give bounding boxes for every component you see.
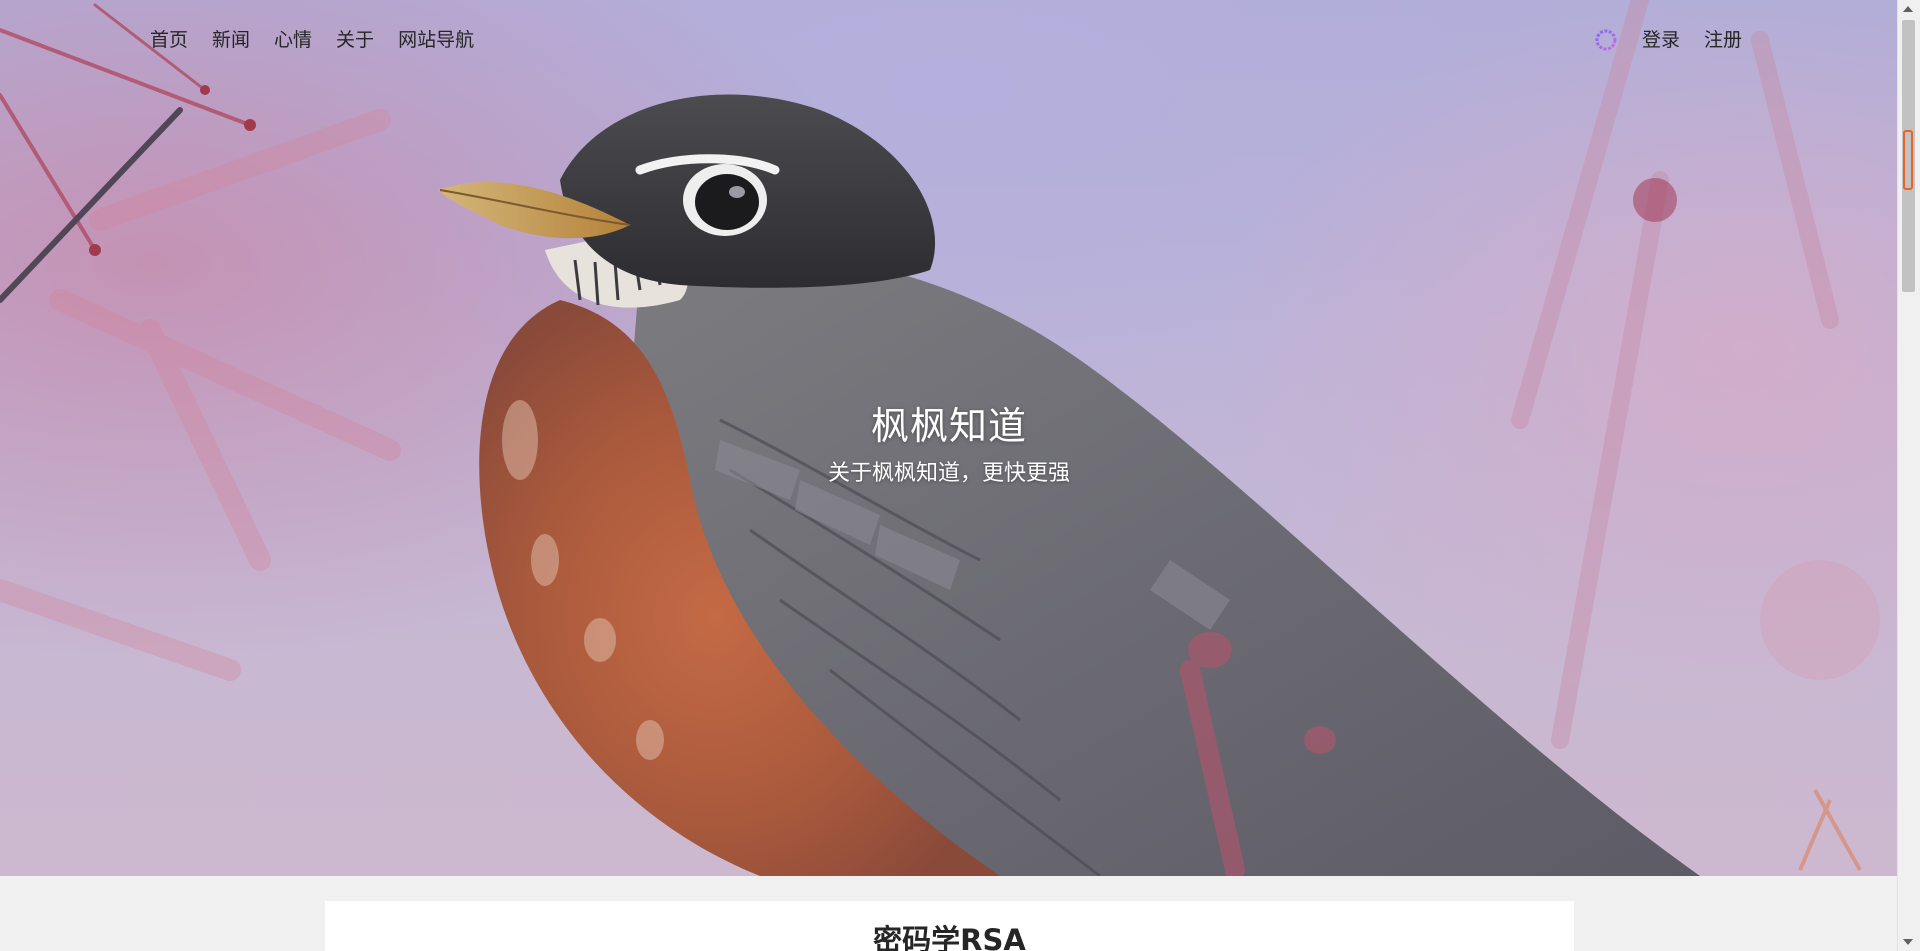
page-scrollbar[interactable] bbox=[1897, 0, 1920, 951]
article-card[interactable]: 密码学RSA bbox=[325, 901, 1574, 951]
login-link[interactable]: 登录 bbox=[1642, 26, 1680, 54]
nav-item-home[interactable]: 首页 bbox=[150, 26, 188, 54]
hero-subtitle: 关于枫枫知道，更快更强 bbox=[827, 461, 1070, 486]
nav-user-actions: 登录 注册 bbox=[1594, 26, 1742, 54]
top-navbar: 首页 新闻 心情 关于 网站导航 登录 注册 bbox=[0, 26, 1898, 56]
spinner-icon[interactable] bbox=[1594, 28, 1618, 52]
nav-item-mood[interactable]: 心情 bbox=[274, 26, 312, 54]
nav-item-news[interactable]: 新闻 bbox=[212, 26, 250, 54]
register-link[interactable]: 注册 bbox=[1704, 26, 1742, 54]
scroll-down-arrow-icon[interactable] bbox=[1903, 939, 1913, 945]
nav-item-about[interactable]: 关于 bbox=[336, 26, 374, 54]
article-title[interactable]: 密码学RSA bbox=[325, 917, 1574, 951]
nav-item-site-nav[interactable]: 网站导航 bbox=[398, 26, 474, 54]
nav-menu: 首页 新闻 心情 关于 网站导航 bbox=[150, 26, 498, 54]
scroll-position-marker bbox=[1903, 130, 1913, 190]
hero-title: 枫枫知道 bbox=[870, 404, 1027, 448]
scroll-up-arrow-icon[interactable] bbox=[1903, 6, 1913, 12]
page: 首页 新闻 心情 关于 网站导航 登录 注册 枫枫知道 关于枫枫知道，更快更强 … bbox=[0, 0, 1920, 951]
hero-banner: 首页 新闻 心情 关于 网站导航 登录 注册 枫枫知道 关于枫枫知道，更快更强 bbox=[0, 0, 1898, 876]
